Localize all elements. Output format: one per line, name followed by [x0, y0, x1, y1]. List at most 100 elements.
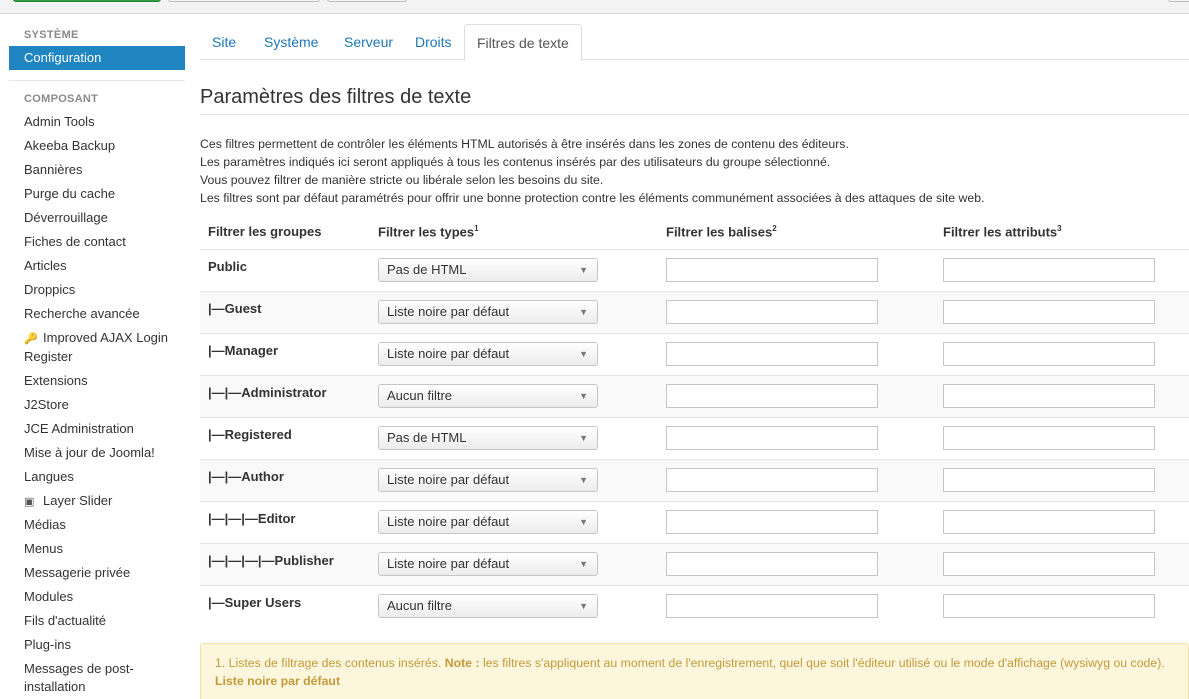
filter-tags-input[interactable] [666, 342, 878, 366]
group-cell: |—Registered [200, 416, 370, 459]
caret-down-icon: ▼ [579, 601, 588, 612]
sidebar-item[interactable]: Extensions [9, 369, 185, 393]
filter-type-select[interactable]: Liste noire par défaut ▼ [378, 342, 598, 366]
filter-tags-input[interactable] [666, 426, 878, 450]
sidebar-item[interactable]: Messages de post-installation [9, 657, 179, 699]
tab-systeme[interactable]: Système [252, 24, 330, 60]
filter-type-select[interactable]: Liste noire par défaut ▼ [378, 468, 598, 492]
filters-table: Filtrer les groupes Filtrer les types1 F… [200, 215, 1189, 627]
sidebar-item[interactable]: Mise à jour de Joomla! [9, 441, 185, 465]
tab-site[interactable]: Site [200, 24, 248, 60]
filter-attributes-input[interactable] [943, 384, 1155, 408]
filter-type-select[interactable]: Aucun filtre ▼ [378, 384, 598, 408]
filter-tags-input[interactable] [666, 258, 878, 282]
header-types-label: Filtrer les types [378, 224, 475, 240]
sidebar-item[interactable]: Modules [9, 585, 185, 609]
attributes-cell [935, 584, 1189, 627]
filter-type-select[interactable]: Pas de HTML ▼ [378, 258, 598, 282]
filter-tags-input[interactable] [666, 300, 878, 324]
filter-tags-input[interactable] [666, 594, 878, 619]
sidebar-item[interactable]: Articles [9, 254, 185, 278]
filter-tags-input[interactable] [666, 552, 878, 576]
filter-tags-input[interactable] [666, 468, 878, 492]
main-content: Site Système Serveur Droits Filtres de t… [200, 24, 1189, 699]
sidebar-item[interactable]: Admin Tools [9, 110, 185, 134]
filter-tags-input[interactable] [666, 384, 878, 408]
filter-type-select[interactable]: Pas de HTML ▼ [378, 426, 598, 450]
description-line: Les filtres sont par défaut paramétrés p… [200, 191, 985, 205]
group-name: |—|—|—Editor [208, 510, 296, 526]
filter-attributes-input[interactable] [943, 342, 1155, 366]
footnote-marker: 1 [474, 224, 479, 234]
info-note: 1. Listes de filtrage des contenus insér… [200, 643, 1189, 699]
sidebar-item[interactable]: Plug-ins [9, 633, 185, 657]
sidebar-item-label: Recherche avancée [24, 306, 140, 321]
sidebar-item[interactable]: Médias [9, 513, 185, 537]
page-title: Paramètres des filtres de texte [200, 86, 472, 108]
tags-cell [658, 584, 935, 627]
table-row: |—Guest Liste noire par défaut ▼ [200, 290, 1189, 333]
caret-down-icon: ▼ [579, 517, 588, 527]
filter-type-select[interactable]: Liste noire par défaut ▼ [378, 300, 598, 324]
sidebar-item[interactable]: JCE Administration [9, 417, 185, 441]
sidebar-item[interactable]: Menus [9, 537, 185, 561]
save-close-button[interactable] [168, 0, 320, 2]
tags-cell [658, 542, 935, 585]
sidebar-item[interactable]: ▣ Layer Slider [9, 489, 185, 513]
sidebar-item-label: Bannières [24, 162, 83, 177]
filter-attributes-input[interactable] [943, 258, 1155, 282]
filter-type-select[interactable]: Liste noire par défaut ▼ [378, 552, 598, 576]
filter-type-value: Liste noire par défaut [387, 472, 510, 487]
sidebar-item[interactable]: Akeeba Backup [9, 134, 185, 158]
cancel-button[interactable] [327, 0, 407, 2]
sidebar-item[interactable]: Bannières [9, 158, 185, 182]
filter-attributes-input[interactable] [943, 594, 1155, 619]
tab-serveur[interactable]: Serveur [332, 24, 405, 60]
header-groups: Filtrer les groupes [200, 215, 370, 249]
sidebar-item[interactable]: J2Store [9, 393, 185, 417]
sidebar-item[interactable]: Fiches de contact [9, 230, 185, 254]
filter-tags-input[interactable] [666, 510, 878, 534]
tab-droits[interactable]: Droits [403, 24, 464, 60]
options-button[interactable] [1168, 0, 1189, 2]
group-cell: |—Manager [200, 332, 370, 375]
table-row: |—|—Author Liste noire par défaut ▼ [200, 458, 1189, 501]
tags-cell [658, 248, 935, 291]
sidebar-item-label: Déverrouillage [24, 210, 108, 225]
sidebar-item-label: Mise à jour de Joomla! [24, 445, 155, 460]
tags-cell [658, 374, 935, 417]
filter-attributes-input[interactable] [943, 468, 1155, 492]
sidebar-item[interactable]: Déverrouillage [9, 206, 185, 230]
filter-type-select[interactable]: Liste noire par défaut ▼ [378, 510, 598, 534]
sidebar-item-configuration[interactable]: Configuration [9, 46, 185, 70]
sidebar-item[interactable]: Fils d'actualité [9, 609, 185, 633]
sidebar-item-label: Langues [24, 469, 74, 484]
filter-attributes-input[interactable] [943, 552, 1155, 576]
filter-attributes-input[interactable] [943, 300, 1155, 324]
toolbar [0, 0, 1189, 14]
sidebar-item[interactable]: Recherche avancée [9, 302, 185, 326]
sidebar-item[interactable]: Messagerie privée [9, 561, 185, 585]
filter-type-value: Liste noire par défaut [387, 514, 510, 529]
sidebar-item[interactable]: Droppics [9, 278, 185, 302]
filter-attributes-input[interactable] [943, 426, 1155, 450]
caret-down-icon: ▼ [579, 265, 588, 275]
sidebar-item[interactable]: Purge du cache [9, 182, 185, 206]
save-button[interactable] [13, 0, 161, 2]
sidebar-component-list: Admin Tools Akeeba Backup Bannières Purge d… [9, 110, 185, 699]
filter-type-select[interactable]: Aucun filtre ▼ [378, 594, 598, 619]
sidebar-divider [9, 80, 185, 81]
sidebar-item[interactable]: Langues [9, 465, 185, 489]
filter-attributes-input[interactable] [943, 510, 1155, 534]
tags-cell [658, 458, 935, 501]
attributes-cell [935, 332, 1189, 375]
sidebar-item-label: Admin Tools [24, 114, 95, 129]
group-name: |—Registered [208, 426, 292, 442]
tab-filtres-de-texte[interactable]: Filtres de texte [464, 24, 582, 61]
header-attributes-label: Filtrer les attributs [943, 224, 1058, 240]
sidebar-item-label: Extensions [24, 373, 88, 388]
sidebar-item[interactable]: 🔑 Improved AJAX Login Register [9, 326, 179, 369]
sidebar-item-label: Improved AJAX Login Register [24, 330, 169, 364]
sidebar: SYSTÈME Configuration COMPOSANT Admin To… [9, 24, 185, 699]
note-text: les filtres s'appliquent au moment de l'… [482, 656, 1165, 670]
